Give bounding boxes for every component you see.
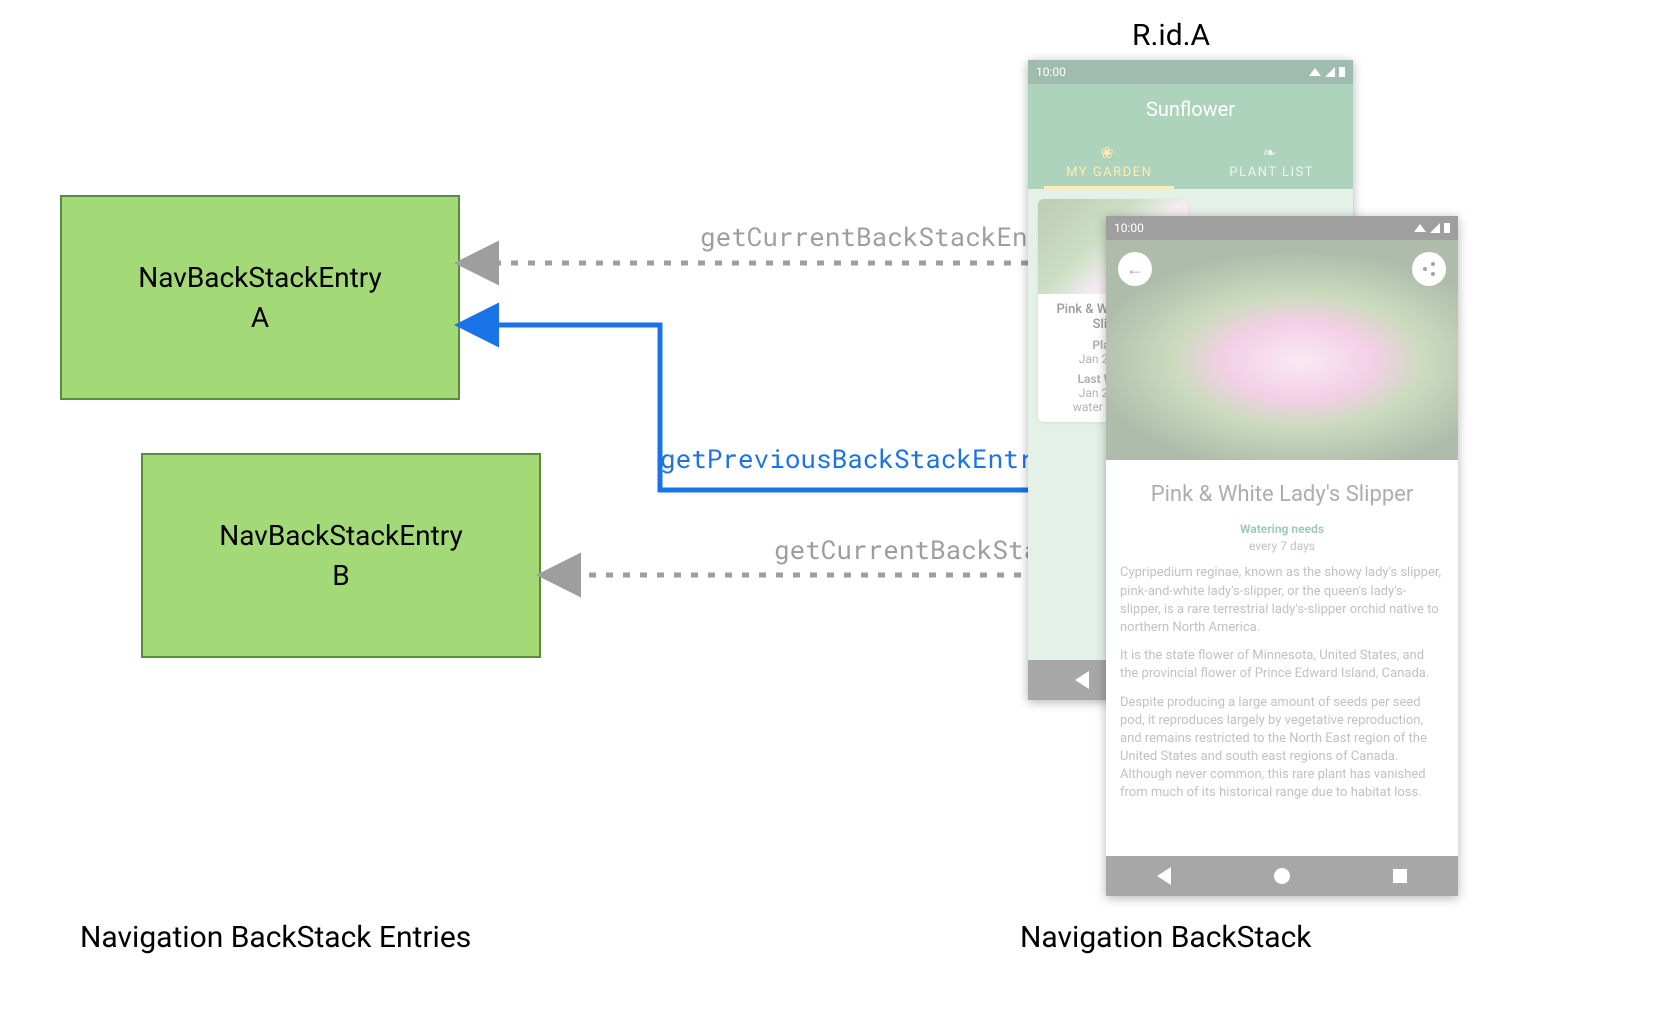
phone-a-statusbar: 10:00 bbox=[1028, 60, 1353, 84]
phone-a-time: 10:00 bbox=[1036, 65, 1066, 79]
plant-desc-p1: Cypripedium reginae, known as the showy … bbox=[1120, 564, 1444, 637]
watering-needs-value: every 7 days bbox=[1120, 538, 1444, 555]
watering-needs-label: Watering needs bbox=[1120, 521, 1444, 538]
share-button[interactable] bbox=[1412, 252, 1446, 286]
caption-right: Navigation BackStack bbox=[1020, 920, 1312, 955]
phone-b-navbar bbox=[1106, 856, 1458, 896]
entry-b-line1: NavBackStackEntry bbox=[219, 519, 462, 552]
wifi-icon bbox=[1309, 68, 1321, 76]
rid-a-label: R.id.A bbox=[1132, 18, 1210, 53]
share-icon bbox=[1427, 267, 1431, 271]
phone-a-appbar: Sunflower bbox=[1028, 84, 1353, 134]
signal-icon bbox=[1325, 67, 1335, 77]
leaf-icon bbox=[1263, 144, 1281, 162]
nav-recents-icon[interactable] bbox=[1393, 869, 1407, 883]
battery-icon bbox=[1444, 223, 1450, 233]
battery-icon bbox=[1339, 67, 1345, 77]
phone-b-plant-title: Pink & White Lady's Slipper bbox=[1120, 480, 1444, 511]
signal-icon bbox=[1430, 223, 1440, 233]
navbackstackentry-b-box: NavBackStackEntry B bbox=[141, 453, 541, 658]
phone-a-app-title: Sunflower bbox=[1146, 97, 1235, 121]
nav-back-icon[interactable] bbox=[1157, 867, 1171, 885]
entry-a-line1: NavBackStackEntry bbox=[138, 261, 381, 294]
plant-desc-p2: It is the state flower of Minnesota, Uni… bbox=[1120, 647, 1444, 683]
phone-b-statusbar: 10:00 bbox=[1106, 216, 1458, 240]
plant-desc-p3: Despite producing a large amount of seed… bbox=[1120, 694, 1444, 803]
nav-back-icon[interactable] bbox=[1075, 671, 1089, 689]
phone-b-status-icons bbox=[1414, 223, 1450, 233]
entry-b-text: NavBackStackEntry B bbox=[219, 516, 462, 594]
phone-a-status-icons bbox=[1309, 67, 1345, 77]
tab-my-garden[interactable]: MY GARDEN bbox=[1028, 134, 1191, 189]
back-button[interactable]: ← bbox=[1118, 252, 1152, 286]
get-previous-label: getPreviousBackStackEntry() bbox=[660, 442, 1081, 476]
phone-b-screen: 10:00 ← Pink & White Lady's Slipper Wate… bbox=[1106, 216, 1458, 896]
entry-a-text: NavBackStackEntry A bbox=[138, 258, 381, 336]
phone-b-time: 10:00 bbox=[1114, 221, 1144, 235]
flower-icon bbox=[1100, 144, 1118, 162]
entry-a-line2: A bbox=[251, 301, 269, 334]
caption-left: Navigation BackStack Entries bbox=[80, 920, 471, 955]
phone-b-hero: ← bbox=[1106, 240, 1458, 460]
navbackstackentry-a-box: NavBackStackEntry A bbox=[60, 195, 460, 400]
diagram-canvas: NavBackStackEntry A NavBackStackEntry B … bbox=[0, 0, 1679, 1016]
wifi-icon bbox=[1414, 224, 1426, 232]
phone-a-tabs: MY GARDEN PLANT LIST bbox=[1028, 134, 1353, 189]
arrow-left-icon: ← bbox=[1126, 259, 1144, 280]
tab-plant-list-label: PLANT LIST bbox=[1229, 165, 1314, 180]
phone-b-body: Pink & White Lady's Slipper Watering nee… bbox=[1106, 460, 1458, 856]
nav-home-icon[interactable] bbox=[1274, 868, 1290, 884]
tab-plant-list[interactable]: PLANT LIST bbox=[1191, 134, 1354, 189]
tab-my-garden-label: MY GARDEN bbox=[1066, 165, 1152, 180]
entry-b-line2: B bbox=[332, 559, 349, 592]
